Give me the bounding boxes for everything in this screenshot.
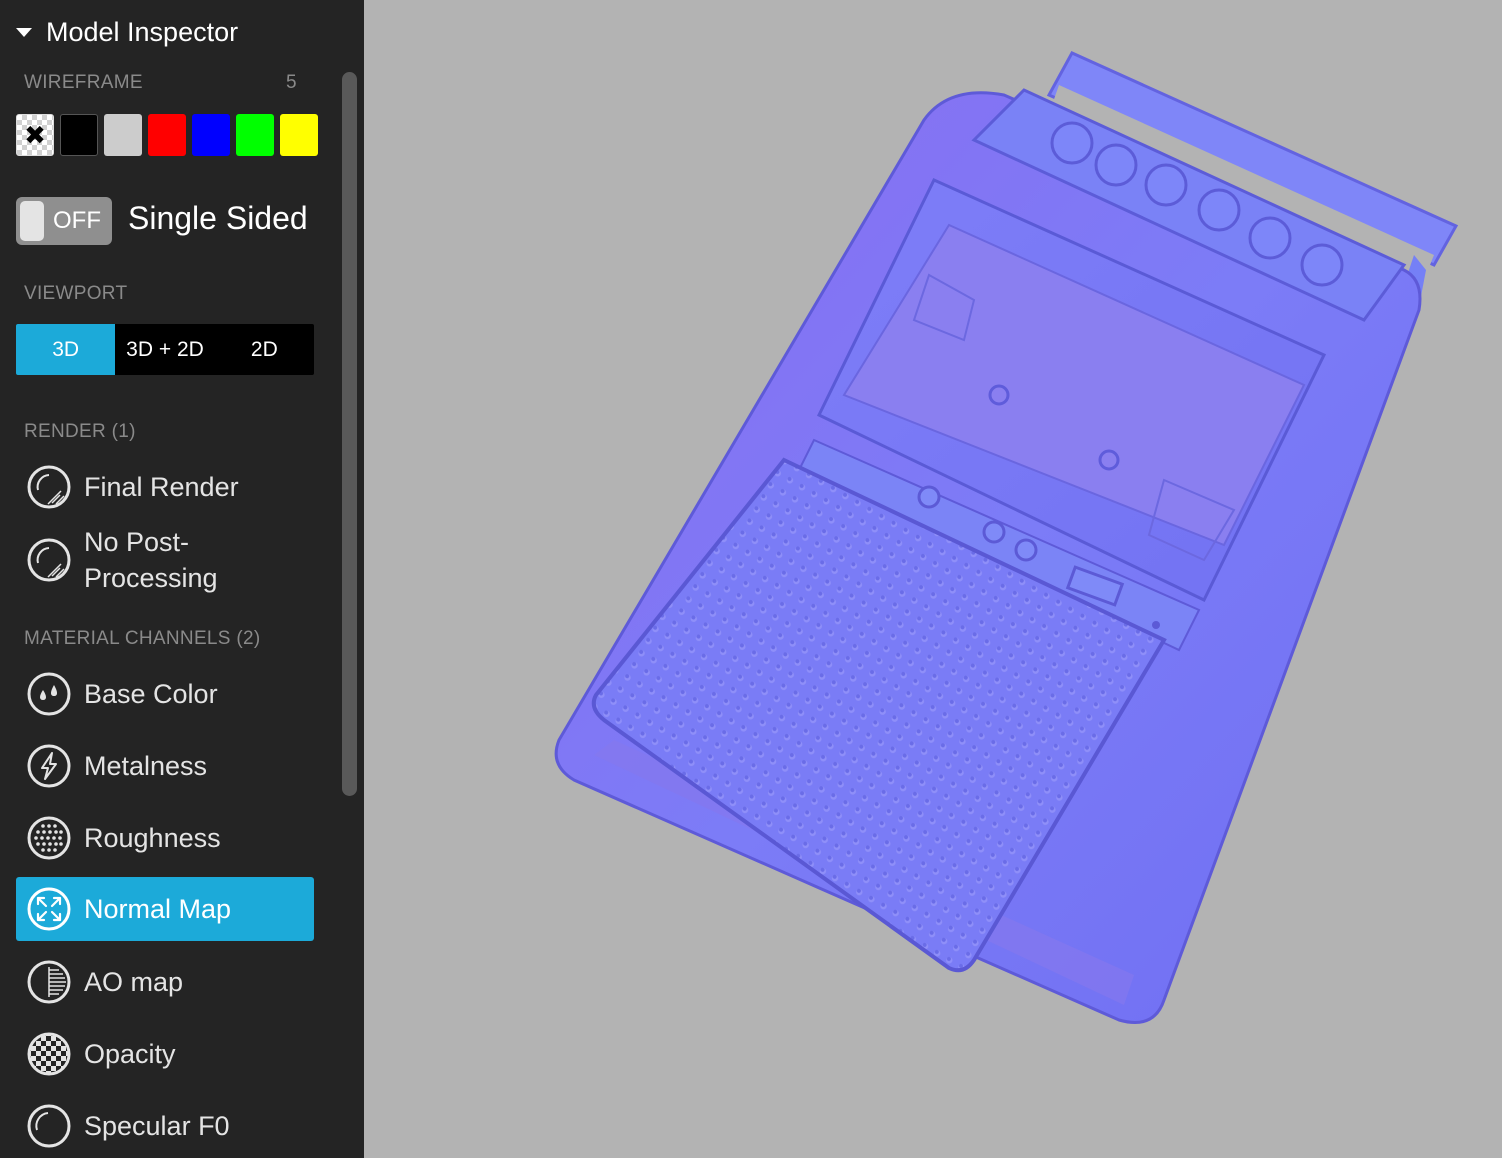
wireframe-count: 5 — [286, 72, 297, 93]
single-sided-toggle[interactable]: OFF — [16, 197, 112, 245]
viewport-label: VIEWPORT — [24, 283, 128, 304]
material-channels-label: MATERIAL CHANNELS (2) — [24, 628, 261, 649]
dots-icon — [27, 816, 71, 860]
close-icon: ✖ — [24, 120, 46, 150]
model-inspector-panel: Model Inspector WIREFRAME 5 ✖ OFF Single… — [0, 0, 364, 1158]
panel-title: Model Inspector — [46, 16, 239, 47]
channel-specular-f0[interactable]: Specular F0 — [16, 1098, 314, 1154]
3d-viewport[interactable] — [364, 0, 1502, 1158]
swatch-gray[interactable] — [104, 114, 142, 156]
item-label: Opacity — [84, 1039, 176, 1069]
toggle-state: OFF — [53, 207, 101, 234]
viewport-3d-2d-option[interactable]: 3D + 2D — [115, 324, 214, 375]
channel-metalness[interactable]: Metalness — [16, 738, 314, 794]
item-label: Final Render — [84, 472, 239, 502]
swatch-black[interactable] — [60, 114, 98, 156]
item-label: Metalness — [84, 751, 208, 781]
arrows-icon — [27, 887, 71, 931]
item-label: Base Color — [84, 679, 218, 709]
caret-down-icon — [16, 27, 32, 37]
checker-icon — [27, 1032, 71, 1076]
viewport-mode-selector: 3D 3D + 2D 2D — [16, 324, 314, 375]
render-no-post-processing[interactable]: No Post-Processing — [16, 522, 314, 598]
single-sided-label: Single Sided — [128, 200, 308, 236]
swatch-green[interactable] — [236, 114, 274, 156]
item-label: Specular F0 — [84, 1111, 230, 1141]
channel-ao-map[interactable]: AO map — [16, 954, 314, 1010]
viewport-2d-option[interactable]: 2D — [215, 324, 314, 375]
item-label: AO map — [84, 967, 184, 997]
channel-roughness[interactable]: Roughness — [16, 810, 314, 866]
wireframe-swatches: ✖ — [16, 114, 318, 156]
render-label: RENDER (1) — [24, 421, 136, 442]
wireframe-label: WIREFRAME — [24, 72, 143, 93]
toggle-knob — [20, 201, 44, 241]
cassette-recorder-model — [554, 51, 1459, 1024]
swatch-none[interactable]: ✖ — [16, 114, 54, 156]
swatch-red[interactable] — [148, 114, 186, 156]
item-label: Roughness — [84, 823, 221, 853]
channel-normal-map[interactable]: Normal Map — [16, 877, 314, 941]
channel-opacity[interactable]: Opacity — [16, 1026, 314, 1082]
lightning-icon — [27, 744, 71, 788]
channel-base-color[interactable]: Base Color — [16, 666, 314, 722]
render-icon — [27, 465, 71, 509]
drops-icon — [27, 672, 71, 716]
render-final-render[interactable]: Final Render — [16, 458, 314, 516]
swatch-blue[interactable] — [192, 114, 230, 156]
scrollbar[interactable] — [342, 72, 357, 796]
render-icon — [27, 538, 71, 582]
viewport-3d-option[interactable]: 3D — [16, 324, 116, 375]
half-circle-icon — [27, 960, 71, 1004]
item-label: No Post-Processing — [84, 527, 218, 593]
item-label: Normal Map — [84, 894, 232, 924]
swatch-yellow[interactable] — [280, 114, 318, 156]
circle-icon — [27, 1104, 71, 1148]
panel-header-toggle[interactable]: Model Inspector — [0, 0, 334, 64]
